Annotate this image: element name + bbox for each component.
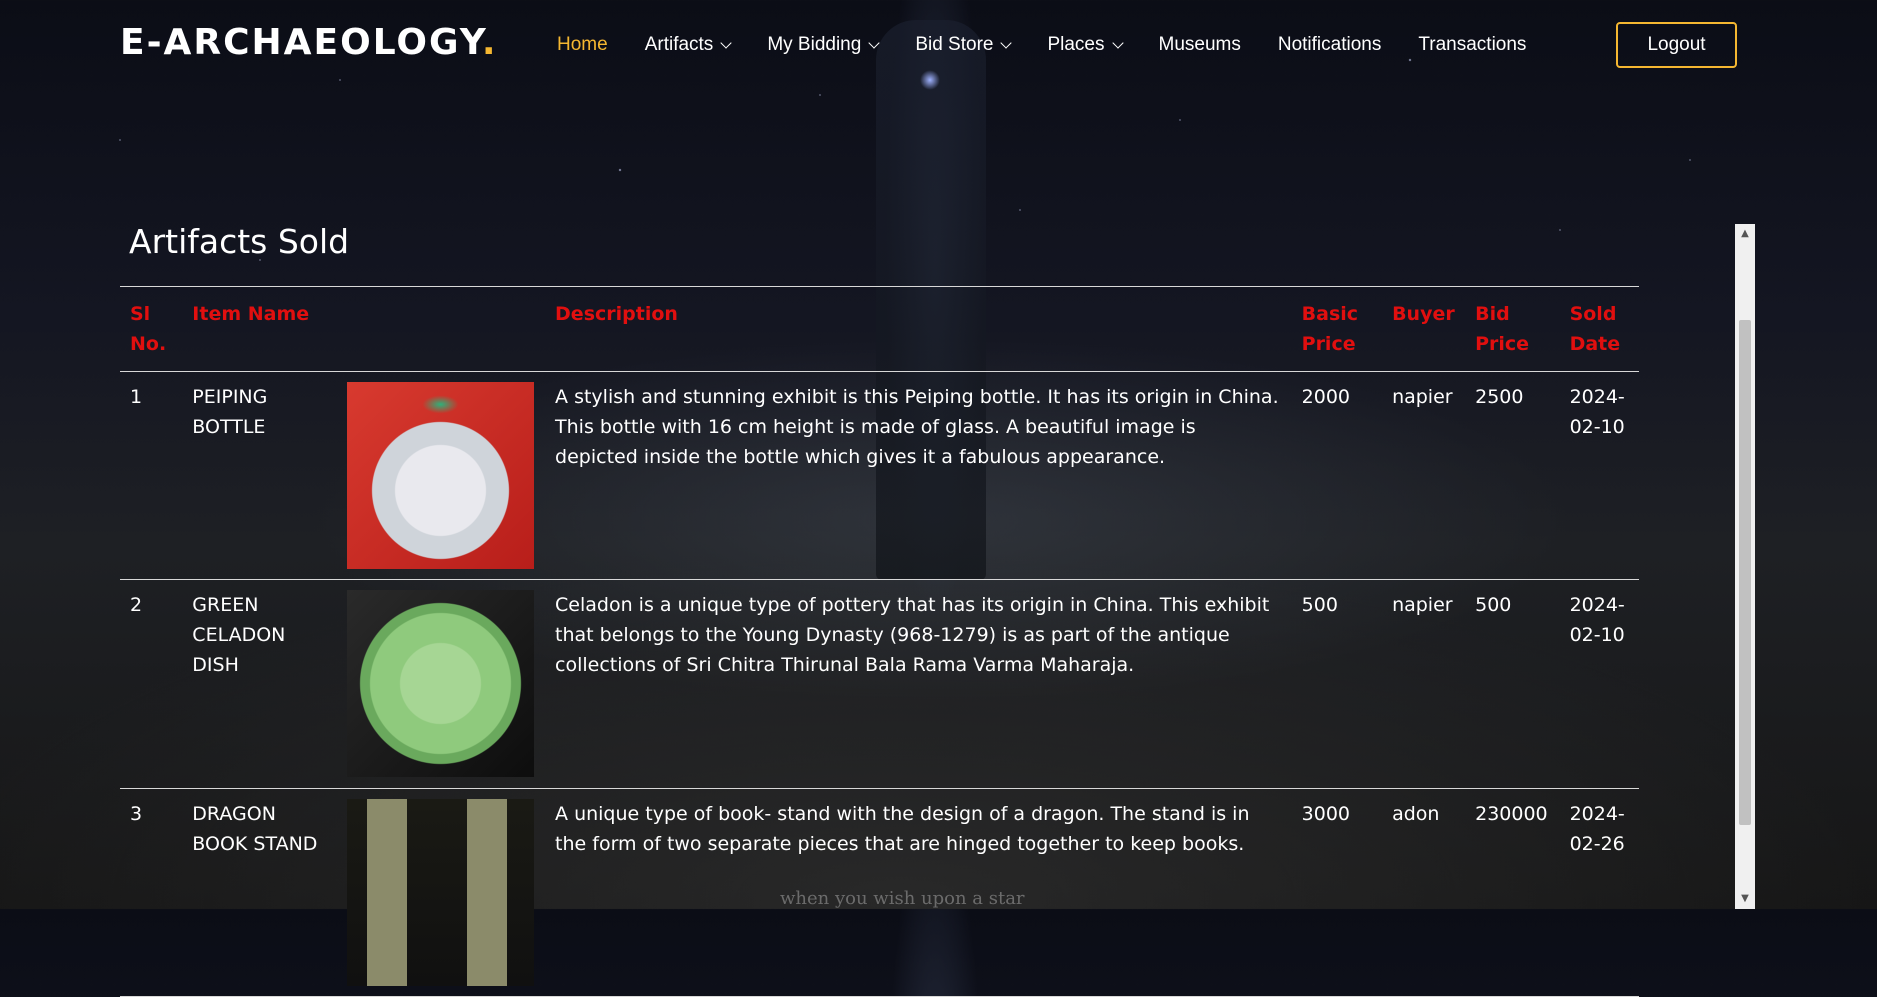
logout-button[interactable]: Logout — [1616, 22, 1737, 68]
cell-basic-price: 2000 — [1291, 371, 1383, 580]
top-navbar: E-ARCHAEOLOGY. Home Artifacts My Bidding… — [0, 0, 1877, 92]
logo-dot: . — [481, 22, 498, 63]
cell-image — [337, 788, 546, 997]
background-caption: when you wish upon a star — [780, 888, 1025, 909]
cell-item-name: GREEN CELADON DISH — [182, 579, 338, 789]
header-description: Description — [545, 286, 1292, 372]
cell-description: Celadon is a unique type of pottery that… — [545, 579, 1292, 789]
header-bid-price: Bid Price — [1465, 286, 1560, 372]
table-row: 2 GREEN CELADON DISH Celadon is a unique… — [120, 579, 1639, 789]
cell-image — [337, 371, 546, 580]
logo-text: E-ARCHAEOLOGY — [120, 22, 482, 63]
header-sl-no: Sl No. — [120, 286, 183, 372]
nav-bid-store[interactable]: Bid Store — [915, 34, 1013, 56]
cell-bid-price: 500 — [1465, 579, 1560, 789]
scroll-up-arrow-icon[interactable]: ▲ — [1735, 224, 1755, 244]
peiping-bottle-image[interactable] — [347, 382, 535, 569]
chevron-down-icon — [868, 36, 880, 49]
cell-bid-price: 230000 — [1465, 788, 1560, 997]
cell-item-name: DRAGON BOOK STAND — [182, 788, 338, 997]
scroll-thumb[interactable] — [1739, 320, 1751, 825]
site-logo[interactable]: E-ARCHAEOLOGY. — [120, 22, 498, 63]
dragon-book-stand-image[interactable] — [347, 799, 535, 986]
nav-places[interactable]: Places — [1047, 34, 1124, 56]
table-row: 1 PEIPING BOTTLE A stylish and stunning … — [120, 371, 1639, 580]
cell-sold-date: 2024-02-10 — [1559, 371, 1639, 580]
main-nav: Home Artifacts My Bidding Bid Store Plac… — [557, 34, 1563, 56]
nav-transactions[interactable]: Transactions — [1418, 34, 1526, 56]
cell-item-name: PEIPING BOTTLE — [182, 371, 338, 580]
cell-buyer: napier — [1382, 371, 1466, 580]
cell-buyer: adon — [1382, 788, 1466, 997]
cell-image — [337, 579, 546, 789]
nav-home[interactable]: Home — [557, 34, 608, 56]
table-scrollbar[interactable]: ▲ ▼ — [1735, 224, 1755, 909]
header-item-name: Item Name — [182, 286, 338, 372]
cell-sl-no: 2 — [120, 579, 183, 789]
chevron-down-icon — [1000, 36, 1013, 49]
nav-my-bidding[interactable]: My Bidding — [767, 34, 880, 56]
cell-buyer: napier — [1382, 579, 1466, 789]
header-image — [337, 286, 546, 372]
header-basic-price: Basic Price — [1291, 286, 1383, 372]
header-buyer: Buyer — [1382, 286, 1466, 372]
nav-museums[interactable]: Museums — [1159, 34, 1241, 56]
chevron-down-icon — [1111, 36, 1124, 49]
page-title: Artifacts Sold — [129, 222, 350, 261]
cell-sold-date: 2024-02-10 — [1559, 579, 1639, 789]
cell-sl-no: 3 — [120, 788, 183, 997]
nav-artifacts[interactable]: Artifacts — [645, 34, 732, 56]
cell-sold-date: 2024-02-26 — [1559, 788, 1639, 997]
cell-description: A stylish and stunning exhibit is this P… — [545, 371, 1292, 580]
nav-notifications[interactable]: Notifications — [1278, 34, 1382, 56]
cell-basic-price: 3000 — [1291, 788, 1383, 997]
cell-bid-price: 2500 — [1465, 371, 1560, 580]
chevron-down-icon — [720, 36, 732, 49]
cell-sl-no: 1 — [120, 371, 183, 580]
scroll-down-arrow-icon[interactable]: ▼ — [1735, 889, 1755, 909]
cell-basic-price: 500 — [1291, 579, 1383, 789]
header-sold-date: Sold Date — [1559, 286, 1639, 372]
celadon-dish-image[interactable] — [347, 590, 535, 777]
table-header-row: Sl No. Item Name Description Basic Price… — [120, 286, 1639, 372]
